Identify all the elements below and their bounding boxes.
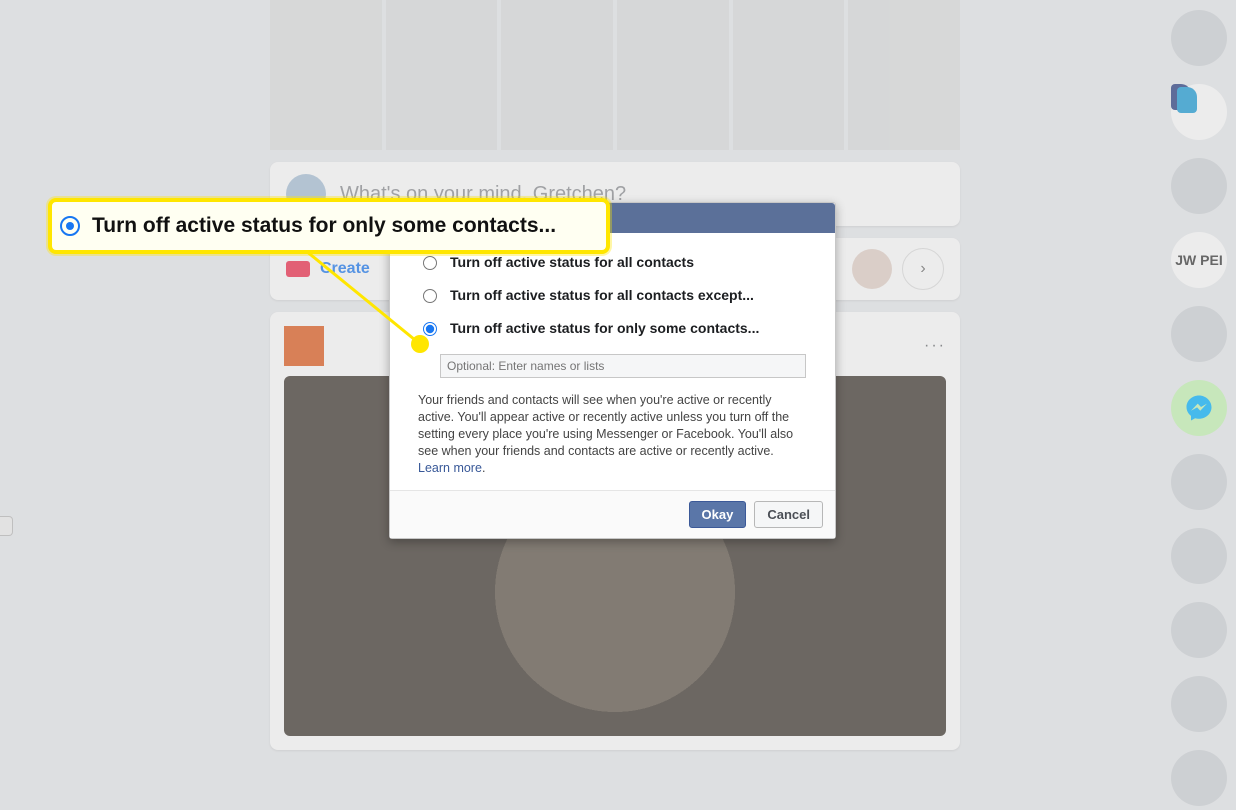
- contact-avatar[interactable]: [1171, 158, 1227, 214]
- contact-avatar[interactable]: [1171, 454, 1227, 510]
- room-contact-avatar[interactable]: [852, 249, 892, 289]
- paypal-icon: [1171, 84, 1191, 110]
- create-room-button[interactable]: Create: [320, 260, 370, 278]
- story-tile[interactable]: [386, 0, 498, 150]
- learn-more-link[interactable]: Learn more: [418, 461, 482, 475]
- dialog-description: Your friends and contacts will see when …: [418, 392, 807, 476]
- story-tile[interactable]: [848, 0, 960, 150]
- rooms-next-button[interactable]: ›: [902, 248, 944, 290]
- contact-avatar[interactable]: [1171, 750, 1227, 806]
- story-tile[interactable]: [501, 0, 613, 150]
- sponsored-jwpei[interactable]: JW PEI: [1171, 232, 1227, 288]
- annotation-callout: Turn off active status for only some con…: [48, 198, 610, 254]
- annotation-text: Turn off active status for only some con…: [92, 214, 556, 238]
- okay-button[interactable]: Okay: [689, 501, 747, 528]
- left-nav-stub: [0, 516, 13, 536]
- option-all-contacts[interactable]: Turn off active status for all contacts: [418, 253, 807, 270]
- contact-avatar[interactable]: [1171, 602, 1227, 658]
- story-tile[interactable]: [733, 0, 845, 150]
- story-tile[interactable]: [270, 0, 382, 150]
- dialog-footer: Okay Cancel: [390, 490, 835, 538]
- radio-icon: [60, 216, 80, 236]
- radio-except[interactable]: [423, 289, 437, 303]
- post-author-avatar[interactable]: [284, 326, 324, 366]
- option-except-contacts[interactable]: Turn off active status for all contacts …: [418, 286, 807, 303]
- sponsored-paypal[interactable]: [1171, 84, 1227, 140]
- dialog-description-text: Your friends and contacts will see when …: [418, 393, 793, 458]
- messenger-shortcut[interactable]: [1171, 380, 1227, 436]
- radio-some[interactable]: [423, 322, 437, 336]
- video-icon: [286, 261, 310, 277]
- option-except-label: Turn off active status for all contacts …: [450, 287, 754, 303]
- option-some-contacts[interactable]: Turn off active status for only some con…: [418, 319, 807, 336]
- contact-avatar[interactable]: [1171, 676, 1227, 732]
- option-some-label: Turn off active status for only some con…: [450, 320, 759, 336]
- jwpei-label: JW PEI: [1175, 252, 1222, 268]
- contact-avatar[interactable]: [1171, 10, 1227, 66]
- cancel-button[interactable]: Cancel: [754, 501, 823, 528]
- stories-row: [270, 0, 960, 150]
- contact-avatar[interactable]: [1171, 306, 1227, 362]
- messenger-icon: [1184, 393, 1214, 423]
- names-input[interactable]: [440, 354, 806, 378]
- contacts-sidebar: JW PEI: [1162, 10, 1236, 806]
- post-more-button[interactable]: ···: [924, 337, 946, 355]
- chevron-right-icon: ›: [920, 260, 925, 278]
- radio-all[interactable]: [423, 256, 437, 270]
- story-tile[interactable]: [617, 0, 729, 150]
- contact-avatar[interactable]: [1171, 528, 1227, 584]
- option-all-label: Turn off active status for all contacts: [450, 254, 694, 270]
